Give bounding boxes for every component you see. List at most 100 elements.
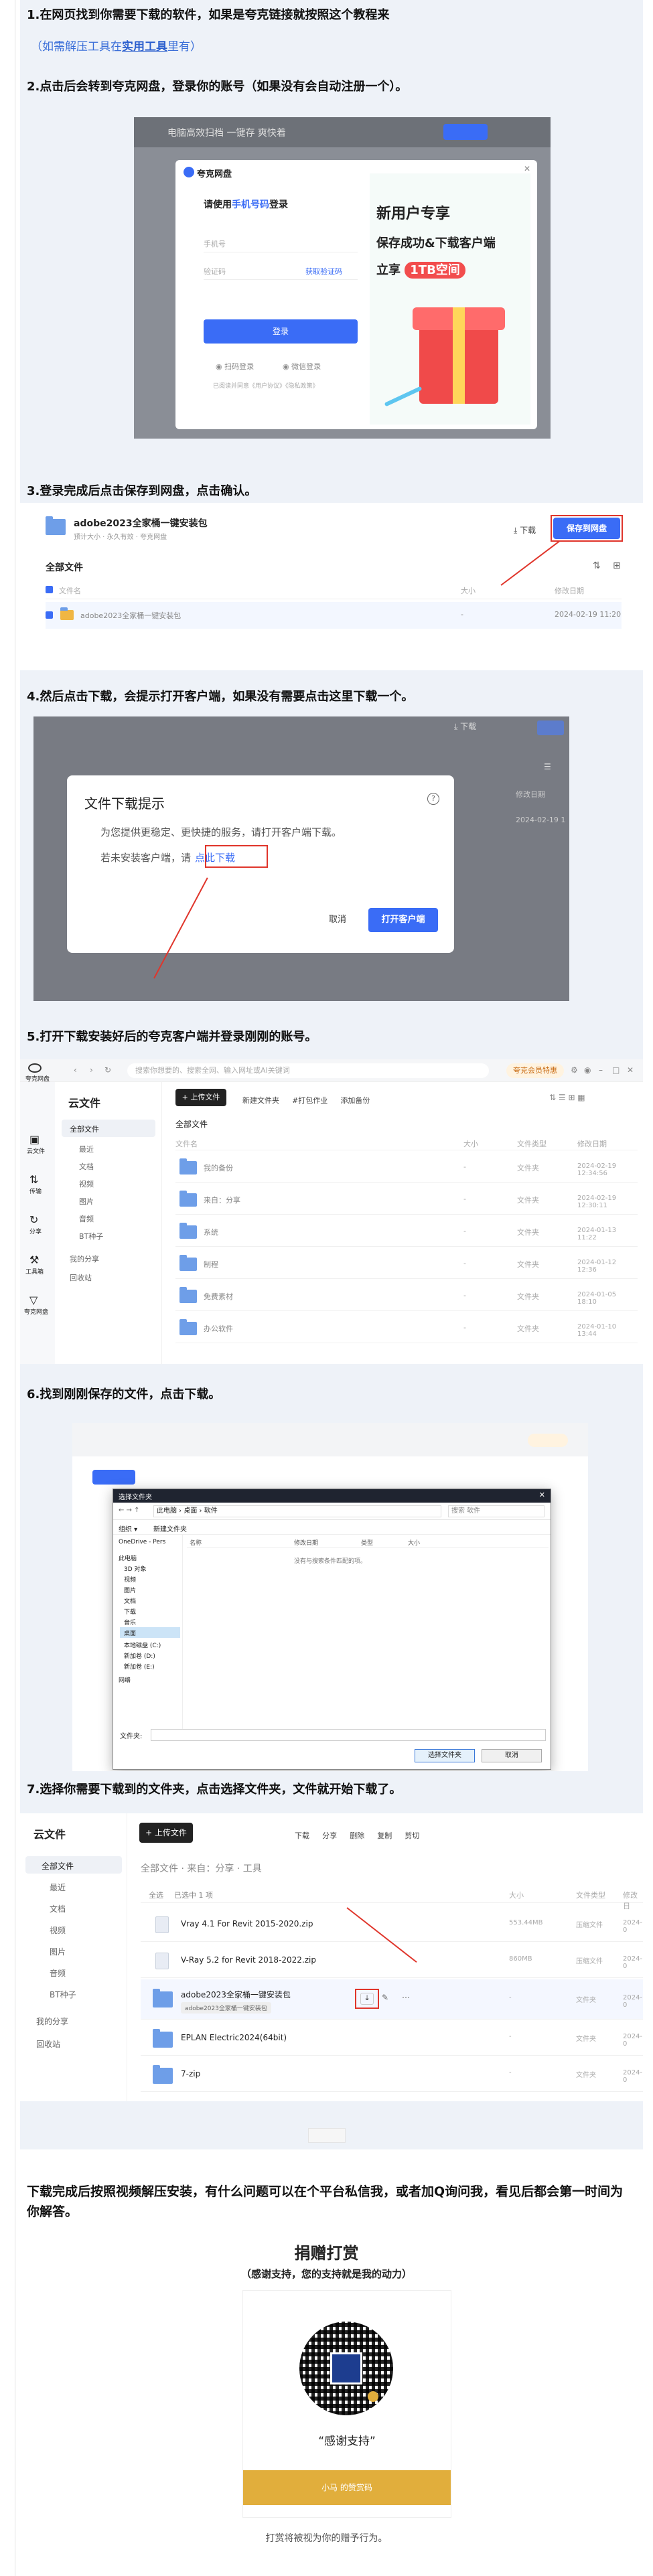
sidebar-item-all[interactable]: 全部文件 bbox=[25, 1856, 122, 1874]
nav-toolbox[interactable]: 工具箱 bbox=[25, 1267, 44, 1276]
path-input[interactable]: 此电脑 › 桌面 › 软件 bbox=[153, 1505, 441, 1517]
table-row[interactable]: adobe2023全家桶一键安装包 - 2024-02-19 11:20 bbox=[46, 602, 622, 629]
row-checkbox[interactable] bbox=[46, 611, 53, 619]
sidebar-item-recent[interactable]: 最近 bbox=[79, 1144, 94, 1154]
nav-share[interactable]: 分享 bbox=[29, 1227, 42, 1235]
quark-icon[interactable]: ▽ bbox=[29, 1294, 38, 1306]
tools-link[interactable]: 实用工具 bbox=[122, 40, 167, 54]
select-all-label[interactable]: 全选 bbox=[149, 1890, 163, 1900]
tree-network[interactable]: 网络 bbox=[119, 1675, 131, 1684]
close-icon[interactable]: ✕ bbox=[627, 1065, 634, 1075]
sidebar-item-all[interactable]: 全部文件 bbox=[62, 1120, 155, 1137]
tree-d[interactable]: 新加卷 (D:) bbox=[124, 1651, 155, 1660]
edit-icon[interactable]: ✎ bbox=[382, 1993, 388, 2002]
wechat-login[interactable]: ◉ 微信登录 bbox=[283, 361, 321, 372]
delete-button[interactable]: 删除 bbox=[350, 1830, 364, 1841]
gear-icon[interactable]: ⚙ bbox=[571, 1065, 578, 1075]
pack-button[interactable]: #打包作业 bbox=[292, 1095, 328, 1106]
more-icon[interactable]: ⋯ bbox=[402, 1993, 410, 2002]
tree-docs[interactable]: 文档 bbox=[124, 1596, 136, 1605]
tree-onedrive[interactable]: OneDrive - Pers bbox=[119, 1539, 165, 1545]
minimize-icon[interactable]: – bbox=[599, 1065, 603, 1075]
sidebar-item-video[interactable]: 视频 bbox=[79, 1179, 94, 1189]
table-row-selected[interactable]: adobe2023全家桶一键安装包 adobe2023全家桶一键安装包 ⤓ ✎ ⋯ - 文件… bbox=[141, 1979, 643, 2020]
tree-video[interactable]: 视频 bbox=[124, 1575, 136, 1584]
sidebar-item-trash[interactable]: 回收站 bbox=[70, 1272, 92, 1283]
cloud-icon[interactable]: ▣ bbox=[29, 1133, 40, 1146]
sidebar-item-recent[interactable]: 最近 bbox=[50, 1882, 66, 1893]
table-row[interactable]: V-Ray 5.2 for Revit 2018-2022.zip 860MB 压缩… bbox=[141, 1943, 643, 1978]
banner-button[interactable] bbox=[443, 124, 488, 140]
organize-button[interactable]: 组织 ▾ bbox=[119, 1523, 137, 1533]
transfer-icon[interactable]: ⇅ bbox=[29, 1173, 38, 1186]
tree-downloads[interactable]: 下载 bbox=[124, 1607, 136, 1616]
sidebar-item-video[interactable]: 视频 bbox=[50, 1924, 66, 1936]
sidebar-item-bt[interactable]: BT种子 bbox=[79, 1231, 103, 1241]
sidebar-item-trash[interactable]: 回收站 bbox=[36, 2038, 60, 2050]
tree-pc[interactable]: 此电脑 bbox=[119, 1554, 137, 1562]
table-row[interactable]: 我的备份 - 文件夹 2024-02-19 12:34:56 bbox=[175, 1152, 638, 1183]
sort-icon[interactable]: ⇅ bbox=[593, 560, 601, 571]
sidebar-item-audio[interactable]: 音频 bbox=[50, 1967, 66, 1979]
cancel-button[interactable]: 取消 bbox=[482, 1749, 542, 1762]
upload-button[interactable]: + 上传文件 bbox=[175, 1089, 226, 1106]
refresh-icon[interactable]: ↻ bbox=[104, 1065, 111, 1075]
cancel-button[interactable]: 取消 bbox=[320, 909, 355, 931]
open-client-button[interactable]: 打开客户端 bbox=[368, 908, 438, 932]
tree-3d[interactable]: 3D 对象 bbox=[124, 1564, 147, 1573]
nav-quark[interactable]: 夸克网盘 bbox=[24, 1307, 48, 1316]
close-icon[interactable]: ✕ bbox=[524, 164, 530, 173]
table-row[interactable]: Vray 4.1 For Revit 2015-2020.zip 553.44MB… bbox=[141, 1907, 643, 1942]
table-row[interactable]: 来自：分享 - 文件夹 2024-02-19 12:30:11 bbox=[175, 1184, 638, 1215]
login-button[interactable]: 登录 bbox=[204, 319, 358, 344]
search-input[interactable]: 搜索你想要的、搜索全网、输入网址或AI关键词 bbox=[127, 1063, 489, 1078]
folder-input[interactable] bbox=[151, 1729, 546, 1741]
search-input[interactable]: 搜索 软件 bbox=[448, 1505, 545, 1517]
tree-music[interactable]: 音乐 bbox=[124, 1618, 136, 1626]
select-folder-button[interactable]: 选择文件夹 bbox=[415, 1749, 475, 1762]
avatar-icon[interactable]: ◉ bbox=[584, 1065, 591, 1075]
cut-button[interactable]: 剪切 bbox=[405, 1830, 419, 1841]
new-folder-button[interactable]: 新建文件夹 bbox=[153, 1523, 187, 1533]
tree-images[interactable]: 图片 bbox=[124, 1586, 136, 1594]
tree-e[interactable]: 新加卷 (E:) bbox=[124, 1662, 155, 1671]
close-icon[interactable]: ✕ bbox=[539, 1491, 545, 1499]
sidebar-item-shares[interactable]: 我的分享 bbox=[36, 2016, 68, 2027]
nav-arrows-icon[interactable]: ← → ↑ bbox=[119, 1507, 140, 1514]
vip-button[interactable]: 夸克会员特惠 bbox=[506, 1063, 564, 1078]
sidebar-item-audio[interactable]: 音频 bbox=[79, 1213, 94, 1224]
copy-button[interactable]: 复制 bbox=[377, 1830, 392, 1841]
alt-login[interactable]: ◉ 扫码登录 bbox=[216, 361, 254, 372]
forward-icon[interactable]: › bbox=[90, 1065, 93, 1075]
sidebar-item-images[interactable]: 图片 bbox=[50, 1946, 66, 1957]
upload-button[interactable]: + 上传文件 bbox=[139, 1823, 193, 1843]
tree-c[interactable]: 本地磁盘 (C:) bbox=[124, 1641, 161, 1649]
maximize-icon[interactable]: □ bbox=[612, 1065, 620, 1075]
grid-view-icon[interactable]: ⊞ bbox=[613, 560, 621, 571]
sort-icon[interactable]: ⇅ ☰ ⊞ ▦ bbox=[549, 1093, 585, 1102]
table-row[interactable]: 系统 - 文件夹 2024-01-13 11:22 bbox=[175, 1216, 638, 1247]
toolbox-icon[interactable]: ⚒ bbox=[29, 1254, 39, 1266]
nav-cloud[interactable]: 云文件 bbox=[27, 1146, 45, 1155]
table-row[interactable]: 制程 - 文件夹 2024-01-12 12:36 bbox=[175, 1248, 638, 1279]
sidebar-item-bt[interactable]: BT种子 bbox=[50, 1989, 76, 2000]
share-button[interactable]: 分享 bbox=[322, 1830, 337, 1841]
table-row[interactable]: 7-zip - 文件夹 2024-0 bbox=[141, 2057, 643, 2092]
sidebar-item-docs[interactable]: 文档 bbox=[50, 1903, 66, 1914]
back-icon[interactable]: ‹ bbox=[74, 1065, 77, 1075]
backup-button[interactable]: 添加备份 bbox=[340, 1095, 370, 1106]
sidebar-item-shares[interactable]: 我的分享 bbox=[70, 1254, 99, 1264]
get-code-button[interactable]: 获取验证码 bbox=[305, 266, 342, 277]
table-row[interactable]: EPLAN Electric2024(64bit) - 文件夹 2024-0 bbox=[141, 2021, 643, 2056]
table-row[interactable]: 办公软件 - 文件夹 2024-01-10 13:44 bbox=[175, 1312, 638, 1343]
help-icon[interactable]: ? bbox=[427, 793, 439, 805]
share-icon[interactable]: ↻ bbox=[29, 1213, 38, 1226]
sidebar-item-docs[interactable]: 文档 bbox=[79, 1161, 94, 1172]
tree-desktop-selected[interactable]: 桌面 bbox=[120, 1627, 180, 1638]
table-row[interactable]: 免费素材 - 文件夹 2024-01-05 18:10 bbox=[175, 1280, 638, 1311]
phone-input[interactable]: 手机号 bbox=[204, 238, 358, 252]
select-all-checkbox[interactable] bbox=[46, 586, 53, 593]
nav-transfer[interactable]: 传输 bbox=[29, 1187, 42, 1195]
phone-login-link[interactable]: 手机号码 bbox=[232, 200, 269, 210]
download-button[interactable]: ⤓ 下载 bbox=[514, 524, 536, 536]
